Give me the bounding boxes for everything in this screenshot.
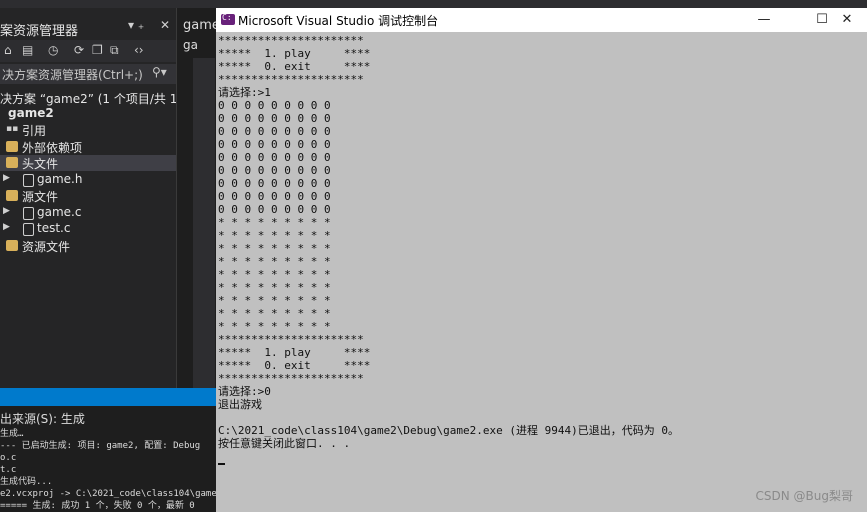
home-icon[interactable]: ⌂ <box>4 43 12 57</box>
expand-arrow-icon[interactable]: ▶ <box>3 222 10 232</box>
tree-item-label: 决方案 “game2” (1 个项目/共 1 个) <box>0 92 198 106</box>
tree-item-references[interactable]: ▪▪ 引用 <box>0 122 176 138</box>
sync-icon[interactable]: ⟳ <box>74 43 84 57</box>
tree-item-solution[interactable]: 决方案 “game2” (1 个项目/共 1 个) <box>0 90 198 106</box>
tree-item-label: 头文件 <box>22 157 59 171</box>
search-icon[interactable]: ⚲▾ <box>152 65 167 79</box>
minimize-button[interactable]: — <box>744 9 784 31</box>
console-cursor <box>218 463 225 465</box>
switch-views-icon[interactable]: ▤ <box>22 43 33 57</box>
tree-item-label: test.c <box>37 221 71 235</box>
folder-icon <box>6 190 18 201</box>
references-icon: ▪▪ <box>6 124 19 134</box>
editor-tab[interactable]: game <box>183 18 220 33</box>
output-log: 生成… --- 已启动生成: 项目: game2, 配置: Debug o.c … <box>0 429 223 511</box>
tree-item-source-files[interactable]: 源文件 <box>0 188 176 204</box>
tree-item-label: game.h <box>37 172 83 186</box>
tree-item-project[interactable]: game2 <box>0 106 176 122</box>
ide-top-strip <box>0 0 867 8</box>
watermark: CSDN @Bug梨哥 <box>755 489 853 503</box>
folder-icon <box>6 240 18 251</box>
tree-item-test-c[interactable]: ▶ test.c <box>0 221 176 237</box>
ide-status-bar <box>0 388 216 406</box>
tree-item-label: 资源文件 <box>22 240 71 254</box>
panel-options-icon[interactable]: ▾ ₊ <box>128 18 144 32</box>
folder-icon <box>6 157 18 168</box>
file-icon <box>23 174 34 187</box>
tree-item-label: 源文件 <box>22 190 59 204</box>
console-app-icon <box>221 13 235 25</box>
solution-explorer-toolbar: ⌂ ▤ ◷ ⟳ ❐ ⧉ ‹› <box>0 40 176 62</box>
collapse-all-icon[interactable]: ❐ <box>92 43 103 57</box>
tree-item-label: 引用 <box>22 124 47 138</box>
tree-item-game-h[interactable]: ▶ game.h <box>0 172 176 188</box>
console-title: Microsoft Visual Studio 调试控制台 <box>238 14 439 28</box>
file-icon <box>23 207 34 220</box>
tree-item-header-files[interactable]: 头文件 <box>0 155 176 171</box>
console-body[interactable]: ********************** ***** 1. play ***… <box>216 32 867 512</box>
editor-file-tab[interactable]: ga <box>183 38 198 52</box>
search-placeholder: 决方案资源管理器(Ctrl+;) <box>2 68 143 82</box>
solution-explorer-panel: 案资源管理器 ▾ ₊ ✕ ⌂ ▤ ◷ ⟳ ❐ ⧉ ‹› 决方案资源管理器(Ctr… <box>0 8 198 388</box>
close-button[interactable]: ✕ <box>827 9 867 31</box>
tree-item-label: 外部依赖项 <box>22 141 83 155</box>
output-panel: 出来源(S): 生成 生成… --- 已启动生成: 项目: game2, 配置:… <box>0 406 222 512</box>
expand-arrow-icon[interactable]: ▶ <box>3 206 10 216</box>
output-source-label[interactable]: 出来源(S): 生成 <box>0 410 85 427</box>
tree-item-game-c[interactable]: ▶ game.c <box>0 205 176 221</box>
solution-search-box[interactable]: 决方案资源管理器(Ctrl+;) ⚲▾ <box>0 64 176 84</box>
editor-area: game ga <box>176 8 220 388</box>
tree-item-label: game.c <box>37 205 82 219</box>
file-icon <box>23 223 34 236</box>
expand-arrow-icon[interactable]: ▶ <box>3 173 10 183</box>
show-all-files-icon[interactable]: ⧉ <box>110 43 119 58</box>
solution-explorer-title: 案资源管理器 <box>0 24 79 39</box>
panel-close-icon[interactable]: ✕ <box>160 18 170 32</box>
tree-item-resource-files[interactable]: 资源文件 <box>0 238 176 254</box>
console-title-bar[interactable]: Microsoft Visual Studio 调试控制台 — ☐ ✕ <box>216 8 867 32</box>
tree-item-external-deps[interactable]: 外部依赖项 <box>0 139 176 155</box>
tree-item-label: game2 <box>8 106 54 120</box>
folder-icon <box>6 141 18 152</box>
editor-pane <box>193 58 215 388</box>
code-view-icon[interactable]: ‹› <box>134 43 144 57</box>
debug-console-window: Microsoft Visual Studio 调试控制台 — ☐ ✕ ****… <box>216 8 867 512</box>
pending-changes-icon[interactable]: ◷ <box>48 43 58 57</box>
console-output: ********************** ***** 1. play ***… <box>218 34 679 450</box>
